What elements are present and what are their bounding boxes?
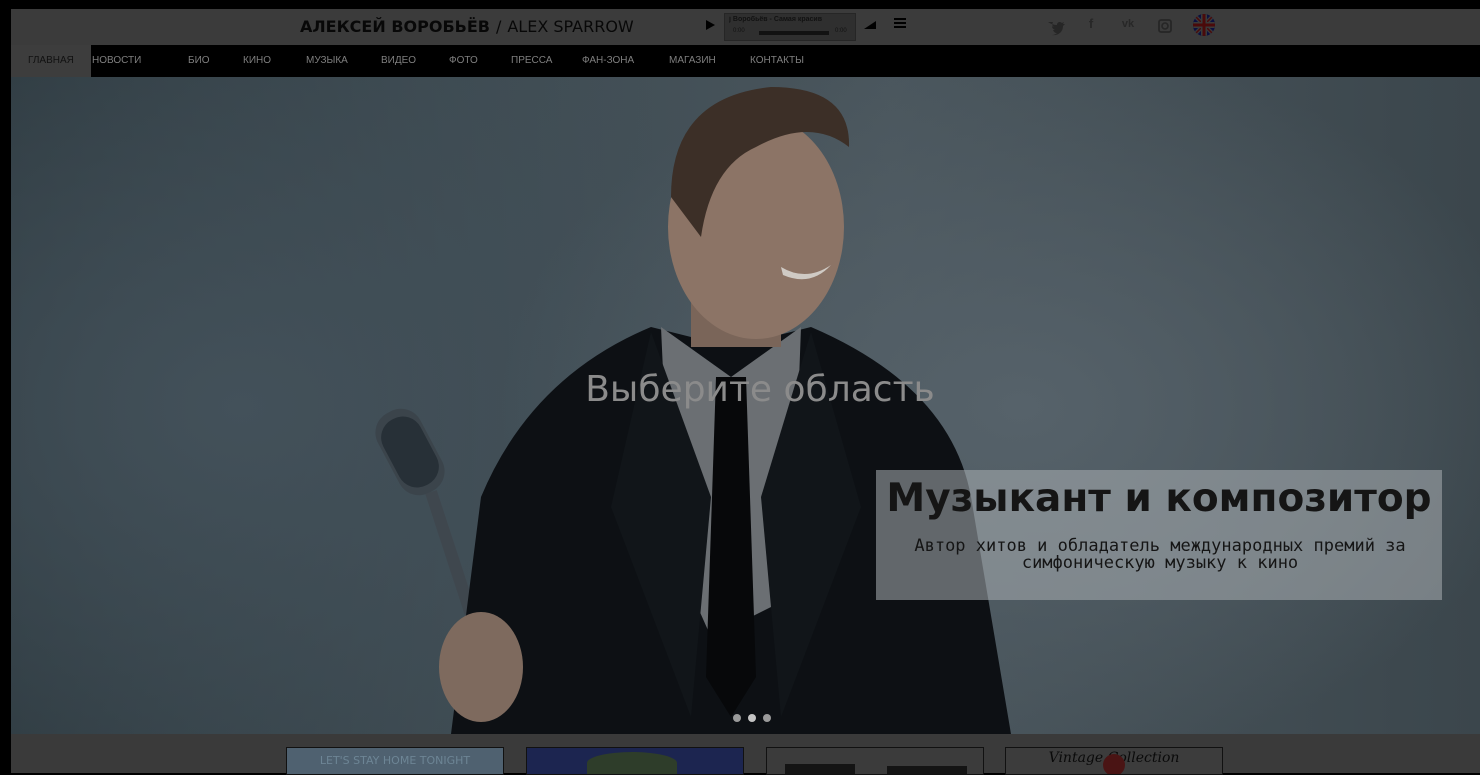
vk-glyph: vk xyxy=(1121,18,1135,30)
uk-flag-icon[interactable] xyxy=(1193,14,1215,36)
nav-item-music[interactable]: МУЗЫКА xyxy=(289,45,365,77)
slide-caption: Музыкант и композитор Автор хитов и обла… xyxy=(876,470,1442,600)
site-logo[interactable]: АЛЕКСЕЙ ВОРОБЬЁВ / ALEX SPARROW xyxy=(300,17,634,36)
nav-item-contacts[interactable]: КОНТАКТЫ xyxy=(733,45,821,77)
nav-item-bio[interactable]: БИО xyxy=(171,45,227,77)
slide-caption-title: Музыкант и композитор xyxy=(886,476,1432,521)
track-progress-bar[interactable] xyxy=(759,31,829,35)
select-area-prompt: Выберите область xyxy=(585,369,935,410)
promo-card[interactable]: Vintage Collection xyxy=(1005,747,1223,775)
slider-dot[interactable] xyxy=(733,714,741,722)
track-time-total: 0:00 xyxy=(835,28,847,34)
twitter-icon[interactable] xyxy=(1042,14,1066,38)
promo-card[interactable] xyxy=(526,747,744,775)
top-header: АЛЕКСЕЙ ВОРОБЬЁВ / ALEX SPARROW ј Воробьёв… xyxy=(0,0,1480,45)
instagram-icon[interactable] xyxy=(1153,14,1177,38)
brand-name-en: ALEX SPARROW xyxy=(507,17,634,36)
brand-name-ru: АЛЕКСЕЙ ВОРОБЬЁВ xyxy=(300,17,490,36)
main-nav: ГЛАВНАЯ НОВОСТИ БИО КИНО МУЗЫКА ВИДЕО ФО… xyxy=(11,45,1480,77)
slider-dot[interactable] xyxy=(748,714,756,722)
slider-dots xyxy=(733,714,783,724)
audio-player: ј Воробьёв - Самая красив 0:00 0:00 xyxy=(724,13,856,41)
playlist-menu-icon[interactable] xyxy=(894,18,906,30)
play-icon[interactable] xyxy=(706,20,715,30)
facebook-glyph: f xyxy=(1088,16,1094,31)
promo-card-label: LET'S STAY HOME TONIGHT xyxy=(319,754,471,767)
nav-item-video[interactable]: ВИДЕО xyxy=(364,45,433,77)
hero-slider[interactable]: Выберите область Музыкант и композитор А… xyxy=(11,77,1480,734)
track-title: ј Воробьёв - Самая красив xyxy=(729,16,823,23)
facebook-icon[interactable]: f xyxy=(1079,14,1103,38)
vk-icon[interactable]: vk xyxy=(1116,14,1140,38)
volume-icon[interactable] xyxy=(864,21,876,29)
nav-item-press[interactable]: ПРЕССА xyxy=(494,45,569,77)
nav-item-fan-zone[interactable]: ФАН-ЗОНА xyxy=(565,45,651,77)
promo-strip: LET'S STAY HOME TONIGHT Vintage Collecti… xyxy=(11,734,1480,775)
promo-card[interactable] xyxy=(766,747,984,775)
slider-dot[interactable] xyxy=(763,714,771,722)
nav-item-shop[interactable]: МАГАЗИН xyxy=(652,45,733,77)
slide-caption-subtitle: Автор хитов и обладатель международных п… xyxy=(914,536,1406,573)
nav-item-cinema[interactable]: КИНО xyxy=(226,45,288,77)
promo-card[interactable]: LET'S STAY HOME TONIGHT xyxy=(286,747,504,775)
nav-item-photo[interactable]: ФОТО xyxy=(432,45,495,77)
track-time-current: 0:00 xyxy=(733,28,745,34)
brand-separator: / xyxy=(495,17,502,36)
nav-item-news[interactable]: НОВОСТИ xyxy=(75,45,158,77)
